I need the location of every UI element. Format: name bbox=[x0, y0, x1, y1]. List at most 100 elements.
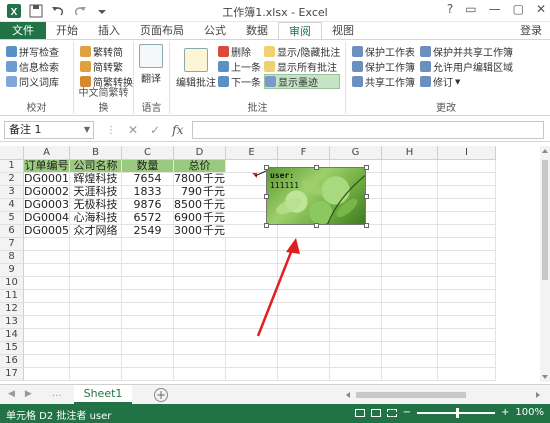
spell-check-button[interactable]: 拼写检查 bbox=[6, 44, 59, 59]
zoom-out-button[interactable]: − bbox=[403, 407, 411, 418]
cell-e6[interactable] bbox=[226, 225, 278, 238]
row-header-7[interactable]: 7 bbox=[0, 238, 24, 251]
cell-a11[interactable] bbox=[24, 290, 70, 303]
tab-page-layout[interactable]: 页面布局 bbox=[130, 22, 194, 39]
row-header-2[interactable]: 2 bbox=[0, 173, 24, 186]
show-all-comments-button[interactable]: 显示所有批注 bbox=[264, 59, 340, 74]
cell-d16[interactable] bbox=[174, 355, 226, 368]
cell-b6[interactable]: 众才网络 bbox=[70, 225, 122, 238]
cell-i7[interactable] bbox=[438, 238, 496, 251]
cell-a15[interactable] bbox=[24, 342, 70, 355]
cell-e10[interactable] bbox=[226, 277, 278, 290]
column-header-d[interactable]: D bbox=[174, 146, 226, 160]
resize-handle[interactable] bbox=[364, 194, 369, 199]
name-box[interactable]: 备注 1 ▼ bbox=[4, 121, 94, 139]
cell-h8[interactable] bbox=[382, 251, 438, 264]
row-header-6[interactable]: 6 bbox=[0, 225, 24, 238]
confirm-entry-icon[interactable]: ✓ bbox=[150, 123, 160, 137]
cell-d13[interactable] bbox=[174, 316, 226, 329]
cell-h14[interactable] bbox=[382, 329, 438, 342]
add-sheet-button[interactable]: + bbox=[154, 388, 168, 402]
cell-c1[interactable]: 数量 bbox=[122, 160, 174, 173]
cell-a14[interactable] bbox=[24, 329, 70, 342]
resize-handle[interactable] bbox=[314, 165, 319, 170]
cell-i2[interactable] bbox=[438, 173, 496, 186]
cell-c16[interactable] bbox=[122, 355, 174, 368]
resize-handle[interactable] bbox=[264, 194, 269, 199]
column-header-e[interactable]: E bbox=[226, 146, 278, 160]
cell-d17[interactable] bbox=[174, 368, 226, 381]
cell-a9[interactable] bbox=[24, 264, 70, 277]
row-header-12[interactable]: 12 bbox=[0, 303, 24, 316]
cell-b2[interactable]: 辉煌科技 bbox=[70, 173, 122, 186]
row-header-14[interactable]: 14 bbox=[0, 329, 24, 342]
cell-i4[interactable] bbox=[438, 199, 496, 212]
cell-e13[interactable] bbox=[226, 316, 278, 329]
cell-c7[interactable] bbox=[122, 238, 174, 251]
row-header-11[interactable]: 11 bbox=[0, 290, 24, 303]
thesaurus-button[interactable]: 同义词库 bbox=[6, 74, 59, 89]
cell-h7[interactable] bbox=[382, 238, 438, 251]
cell-g6[interactable] bbox=[330, 225, 382, 238]
cell-c3[interactable]: 1833 bbox=[122, 186, 174, 199]
name-box-dropdown-icon[interactable]: ▼ bbox=[84, 122, 90, 138]
cell-h6[interactable] bbox=[382, 225, 438, 238]
cell-f7[interactable] bbox=[278, 238, 330, 251]
cell-g12[interactable] bbox=[330, 303, 382, 316]
cell-b10[interactable] bbox=[70, 277, 122, 290]
cell-f8[interactable] bbox=[278, 251, 330, 264]
normal-view-icon[interactable] bbox=[354, 408, 365, 417]
cell-f17[interactable] bbox=[278, 368, 330, 381]
page-layout-view-icon[interactable] bbox=[370, 408, 381, 417]
simp-to-trad-button[interactable]: 简转繁 bbox=[80, 59, 133, 74]
cell-g7[interactable] bbox=[330, 238, 382, 251]
row-header-10[interactable]: 10 bbox=[0, 277, 24, 290]
cell-d15[interactable] bbox=[174, 342, 226, 355]
cell-i10[interactable] bbox=[438, 277, 496, 290]
cancel-entry-icon[interactable]: ✕ bbox=[128, 123, 138, 137]
tab-review[interactable]: 审阅 bbox=[278, 22, 322, 39]
cell-a12[interactable] bbox=[24, 303, 70, 316]
cell-h2[interactable] bbox=[382, 173, 438, 186]
cell-h4[interactable] bbox=[382, 199, 438, 212]
sheet-tab-sheet1[interactable]: Sheet1 bbox=[74, 385, 132, 404]
column-header-i[interactable]: I bbox=[438, 146, 496, 160]
cell-f6[interactable] bbox=[278, 225, 330, 238]
show-ink-button[interactable]: 显示墨迹 bbox=[264, 74, 341, 89]
select-all-corner[interactable] bbox=[0, 146, 24, 160]
row-header-3[interactable]: 3 bbox=[0, 186, 24, 199]
cell-c12[interactable] bbox=[122, 303, 174, 316]
cell-d6[interactable]: 3000 千元 bbox=[174, 225, 226, 238]
cell-g14[interactable] bbox=[330, 329, 382, 342]
cell-i6[interactable] bbox=[438, 225, 496, 238]
formula-input[interactable] bbox=[192, 121, 544, 139]
zoom-in-button[interactable]: + bbox=[501, 407, 509, 418]
cell-d4[interactable]: 8500 千元 bbox=[174, 199, 226, 212]
cell-a4[interactable]: DG0003 bbox=[24, 199, 70, 212]
cell-b3[interactable]: 天涯科技 bbox=[70, 186, 122, 199]
cell-d5[interactable]: 6900 千元 bbox=[174, 212, 226, 225]
show-hide-comment-button[interactable]: 显示/隐藏批注 bbox=[264, 44, 340, 59]
row-header-13[interactable]: 13 bbox=[0, 316, 24, 329]
cell-h5[interactable] bbox=[382, 212, 438, 225]
cell-f12[interactable] bbox=[278, 303, 330, 316]
cell-e11[interactable] bbox=[226, 290, 278, 303]
cell-b15[interactable] bbox=[70, 342, 122, 355]
cell-g17[interactable] bbox=[330, 368, 382, 381]
cell-e17[interactable] bbox=[226, 368, 278, 381]
allow-edit-ranges-button[interactable]: 允许用户编辑区域 bbox=[420, 59, 513, 74]
cell-e7[interactable] bbox=[226, 238, 278, 251]
cell-i17[interactable] bbox=[438, 368, 496, 381]
cell-g15[interactable] bbox=[330, 342, 382, 355]
cell-f16[interactable] bbox=[278, 355, 330, 368]
trad-to-simp-button[interactable]: 繁转简 bbox=[80, 44, 133, 59]
cell-i5[interactable] bbox=[438, 212, 496, 225]
resize-handle[interactable] bbox=[314, 223, 319, 228]
cell-h15[interactable] bbox=[382, 342, 438, 355]
ribbon-display-button[interactable]: ▭ bbox=[465, 2, 476, 16]
cell-i11[interactable] bbox=[438, 290, 496, 303]
cell-i1[interactable] bbox=[438, 160, 496, 173]
cell-g8[interactable] bbox=[330, 251, 382, 264]
cell-h10[interactable] bbox=[382, 277, 438, 290]
cell-e15[interactable] bbox=[226, 342, 278, 355]
